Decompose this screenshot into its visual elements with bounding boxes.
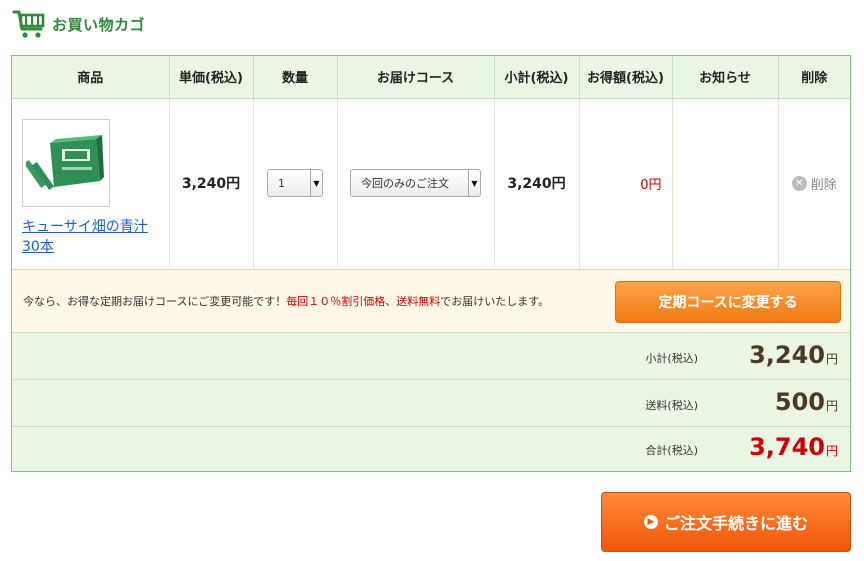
quantity-select[interactable]: 1 ▼ <box>267 169 323 198</box>
yen-unit: 円 <box>825 444 838 458</box>
yen-unit: 円 <box>825 399 838 413</box>
item-discount: 0円 <box>640 177 662 193</box>
proceed-to-checkout-button[interactable]: ▶ ご注文手続きに進む <box>601 492 851 552</box>
unit-price-cell: 3,240円 <box>169 98 254 268</box>
product-cell: キューサイ畑の青汁 30本 <box>12 98 170 268</box>
col-header-delete: 削除 <box>778 56 850 99</box>
summary-subtotal-amount: 3,240 <box>749 341 825 369</box>
promo-discount-highlight: 毎回１０％割引価格 <box>286 295 386 308</box>
cart-icon <box>12 10 45 38</box>
col-header-product: 商品 <box>12 56 170 99</box>
page-title: お買い物カゴ <box>52 15 146 34</box>
quantity-cell: 1 ▼ <box>253 98 338 268</box>
product-name-link[interactable]: キューサイ畑の青汁 30本 <box>22 217 169 257</box>
change-to-subscription-button[interactable]: 定期コースに変更する <box>615 281 841 323</box>
col-header-discount: お得額(税込) <box>579 56 673 99</box>
summary-shipping-label: 送料(税込) <box>645 399 698 412</box>
col-header-unit-price: 単価(税込) <box>169 56 254 99</box>
notice-cell <box>672 98 779 268</box>
promo-text: 今なら、お得な定期お届けコースにご変更可能です！毎回１０％割引価格、送料無料でお… <box>23 293 549 309</box>
item-subtotal: 3,240円 <box>507 176 566 193</box>
chevron-down-icon: ▼ <box>468 170 480 197</box>
chevron-down-icon: ▼ <box>310 170 322 197</box>
delete-button[interactable]: ✕ 削除 <box>791 174 837 193</box>
col-header-course: お届けコース <box>337 56 495 99</box>
promo-banner: 今なら、お得な定期お届けコースにご変更可能です！毎回１０％割引価格、送料無料でお… <box>12 269 850 333</box>
promo-text-after: でお届けいたします。 <box>440 295 550 308</box>
subtotal-cell: 3,240円 <box>494 98 580 268</box>
promo-separator: 、 <box>385 295 397 308</box>
summary-total-amount: 3,740 <box>749 433 825 461</box>
checkout-button-label: ご注文手続きに進む <box>663 514 808 533</box>
cart-box: 商品 単価(税込) 数量 お届けコース 小計(税込) お得額(税込) お知らせ … <box>11 55 851 472</box>
table-row: キューサイ畑の青汁 30本 3,240円 1 ▼ 今回のみのご注文 ▼ 3,24… <box>12 98 850 268</box>
chevron-right-icon: ▶ <box>643 515 658 529</box>
table-header-row: 商品 単価(税込) 数量 お届けコース 小計(税込) お得額(税込) お知らせ … <box>12 56 850 99</box>
delete-label: 削除 <box>810 177 837 193</box>
summary-shipping-row: 送料(税込) 500円 <box>12 380 850 427</box>
col-header-quantity: 数量 <box>253 56 338 99</box>
product-name-line1: キューサイ畑の青汁 <box>22 218 148 235</box>
summary-total-label: 合計(税込) <box>645 444 698 457</box>
cart-header: お買い物カゴ <box>12 8 145 40</box>
col-header-subtotal: 小計(税込) <box>494 56 580 99</box>
course-value: 今回のみのご注文 <box>361 177 449 191</box>
summary-shipping-amount: 500 <box>774 388 825 416</box>
quantity-value: 1 <box>278 176 285 190</box>
summary-subtotal-row: 小計(税込) 3,240円 <box>12 333 850 380</box>
discount-cell: 0円 <box>579 98 673 268</box>
yen-unit: 円 <box>825 352 838 366</box>
summary-subtotal-label: 小計(税込) <box>645 352 698 365</box>
promo-shipping-highlight: 送料無料 <box>396 295 441 308</box>
close-icon: ✕ <box>791 175 807 191</box>
product-box-illustration <box>26 134 104 190</box>
cart-table: 商品 単価(税込) 数量 お届けコース 小計(税込) お得額(税込) お知らせ … <box>12 56 850 268</box>
delete-cell: ✕ 削除 <box>778 98 850 268</box>
summary-shipping-value: 500円 <box>775 388 838 416</box>
course-cell: 今回のみのご注文 ▼ <box>337 98 495 268</box>
unit-price: 3,240円 <box>181 176 241 193</box>
summary-total-value: 3,740円 <box>749 433 838 461</box>
product-image[interactable] <box>22 118 110 207</box>
summary-subtotal-value: 3,240円 <box>749 341 838 369</box>
promo-text-before: 今なら、お得な定期お届けコースにご変更可能です！ <box>23 295 287 308</box>
course-select[interactable]: 今回のみのご注文 ▼ <box>350 169 481 198</box>
summary-total-row: 合計(税込) 3,740円 <box>12 427 850 471</box>
col-header-notice: お知らせ <box>672 56 779 99</box>
product-name-line2: 30本 <box>22 238 54 255</box>
